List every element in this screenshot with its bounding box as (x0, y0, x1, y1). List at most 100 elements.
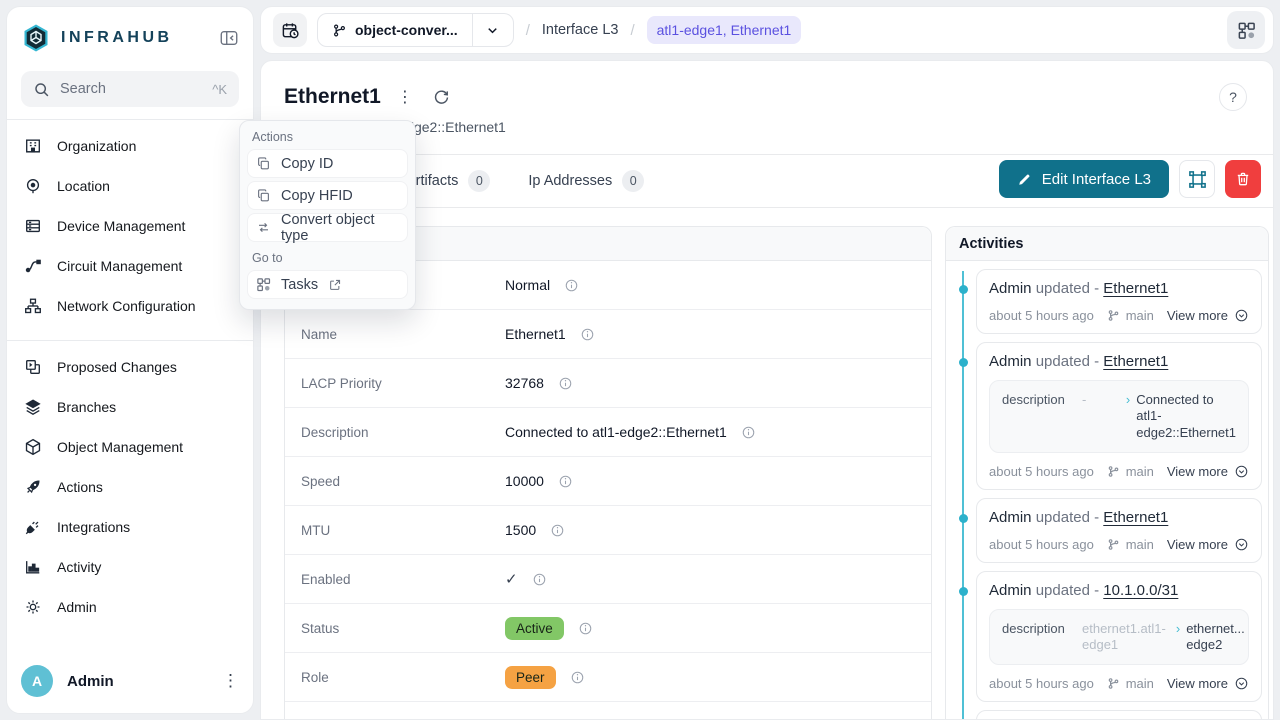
sidebar-nav-primary: Organization Location Device Management … (7, 124, 253, 328)
sidebar-collapse-button[interactable] (219, 28, 239, 48)
info-icon[interactable] (741, 425, 756, 440)
user-menu[interactable]: A Admin ⋮ (7, 657, 253, 705)
activity-branch: main (1107, 537, 1154, 552)
calendar-clock-icon (281, 21, 300, 40)
activity-object-link[interactable]: Ethernet1 (1103, 353, 1168, 370)
sidebar-item-label: Network Configuration (57, 298, 196, 314)
sidebar-item-actions[interactable]: Actions (7, 467, 253, 507)
activity-diff: description ethernet1.atl1-edge1 › ether… (989, 609, 1249, 666)
object-actions: Edit Interface L3 (999, 160, 1261, 198)
sidebar-item-device-management[interactable]: Device Management (7, 206, 253, 246)
time-travel-button[interactable] (273, 13, 307, 47)
view-more-button[interactable]: View more (1167, 464, 1249, 479)
chevron-right-icon: › (1126, 392, 1130, 408)
activity-time: about 5 hours ago (989, 537, 1094, 552)
infrahub-logo-icon (21, 23, 51, 53)
info-icon[interactable] (570, 670, 585, 685)
tab-artifacts[interactable]: Artifacts 0 (406, 170, 490, 192)
object-menu-button[interactable]: ⋮ (397, 87, 413, 107)
plug-icon (23, 518, 43, 536)
object-context-menu: Actions Copy ID Copy HFID Convert object… (239, 120, 416, 310)
menu-item-tasks[interactable]: Tasks (247, 270, 408, 299)
sidebar-item-activity[interactable]: Activity (7, 547, 253, 587)
trash-icon (1235, 171, 1251, 187)
sidebar: INFRAHUB Search ^K Organization Location (6, 6, 254, 714)
activity-object-link[interactable]: 10.1.0.0/31 (1103, 582, 1178, 599)
activity-diff: description - › Connected to atl1-edge2:… (989, 380, 1249, 453)
search-shortcut: ^K (212, 82, 227, 97)
avatar: A (21, 665, 53, 697)
sidebar-item-location[interactable]: Location (7, 166, 253, 206)
activity-card: Admin updated - atl1-edge1 (976, 710, 1262, 720)
breadcrumb-separator: / (526, 22, 530, 39)
table-row-speed: Speed 10000 (285, 457, 931, 506)
activity-branch: main (1107, 308, 1154, 323)
help-button[interactable]: ? (1219, 83, 1247, 111)
sidebar-divider (7, 340, 253, 341)
schema-button[interactable] (1227, 11, 1265, 49)
sidebar-divider (7, 119, 253, 120)
tab-ip-addresses[interactable]: Ip Addresses 0 (528, 170, 644, 192)
sidebar-item-object-management[interactable]: Object Management (7, 427, 253, 467)
view-more-button[interactable]: View more (1167, 537, 1249, 552)
activity-object-link[interactable]: Ethernet1 (1103, 280, 1168, 297)
info-icon[interactable] (532, 572, 547, 587)
refresh-icon[interactable] (433, 89, 450, 106)
timeline-dot (959, 358, 968, 367)
rocket-icon (23, 478, 43, 496)
info-icon[interactable] (550, 523, 565, 538)
view-more-button[interactable]: View more (1167, 676, 1249, 691)
page-title: Ethernet1 (284, 85, 381, 109)
activity-card: Admin updated - Ethernet1 description - … (976, 342, 1262, 490)
menu-item-copy-hfid[interactable]: Copy HFID (247, 181, 408, 210)
view-more-button[interactable]: View more (1167, 308, 1249, 323)
layers-icon (23, 398, 43, 416)
sidebar-item-label: Proposed Changes (57, 359, 177, 375)
info-icon[interactable] (558, 376, 573, 391)
activity-time: about 5 hours ago (989, 464, 1094, 479)
sidebar-item-admin[interactable]: Admin (7, 587, 253, 627)
proposed-changes-icon (23, 358, 43, 376)
activity-branch: main (1107, 464, 1154, 479)
timeline-dot (959, 514, 968, 523)
branch-selector[interactable]: object-conver... (317, 13, 514, 47)
brand-name: INFRAHUB (61, 29, 173, 47)
menu-item-convert-object-type[interactable]: Convert object type (247, 213, 408, 242)
activities-panel: Activities Admin updated - Ethernet1 abo… (945, 226, 1269, 720)
sidebar-item-network-configuration[interactable]: Network Configuration (7, 286, 253, 326)
sidebar-item-integrations[interactable]: Integrations (7, 507, 253, 547)
sidebar-nav-secondary: Proposed Changes Branches Object Managem… (7, 345, 253, 629)
sidebar-item-circuit-management[interactable]: Circuit Management (7, 246, 253, 286)
tab-bar: Artifacts 0 Ip Addresses 0 (406, 154, 644, 207)
edit-interface-button[interactable]: Edit Interface L3 (999, 160, 1169, 198)
info-icon[interactable] (578, 621, 593, 636)
sidebar-item-proposed-changes[interactable]: Proposed Changes (7, 347, 253, 387)
activity-object-link[interactable]: Ethernet1 (1103, 509, 1168, 526)
delete-button[interactable] (1225, 160, 1261, 198)
infrahub-app: INFRAHUB Search ^K Organization Location (0, 0, 1280, 720)
gear-icon (23, 598, 43, 616)
select-object-icon (1188, 170, 1207, 189)
search-input[interactable]: Search ^K (21, 71, 239, 107)
info-icon[interactable] (558, 474, 573, 489)
manage-groups-button[interactable] (1179, 160, 1215, 198)
info-icon[interactable] (564, 278, 579, 293)
cube-icon (23, 438, 43, 456)
logo-row: INFRAHUB (7, 7, 253, 61)
search-placeholder: Search (60, 81, 106, 97)
info-icon[interactable] (580, 327, 595, 342)
sidebar-item-branches[interactable]: Branches (7, 387, 253, 427)
map-pin-icon (23, 177, 43, 195)
table-row-name: Name Ethernet1 (285, 310, 931, 359)
user-kebab-icon[interactable]: ⋮ (222, 671, 239, 691)
timeline-dot (959, 285, 968, 294)
topbar: object-conver... / Interface L3 / atl1-e… (260, 6, 1274, 54)
network-icon (23, 297, 43, 315)
sidebar-item-label: Object Management (57, 439, 183, 455)
breadcrumb-item-object[interactable]: atl1-edge1, Ethernet1 (647, 16, 802, 44)
breadcrumb-item-schema[interactable]: Interface L3 (542, 22, 619, 38)
menu-item-copy-id[interactable]: Copy ID (247, 149, 408, 178)
tab-artifacts-count: 0 (468, 170, 490, 192)
sidebar-item-organization[interactable]: Organization (7, 126, 253, 166)
activity-branch: main (1107, 676, 1154, 691)
